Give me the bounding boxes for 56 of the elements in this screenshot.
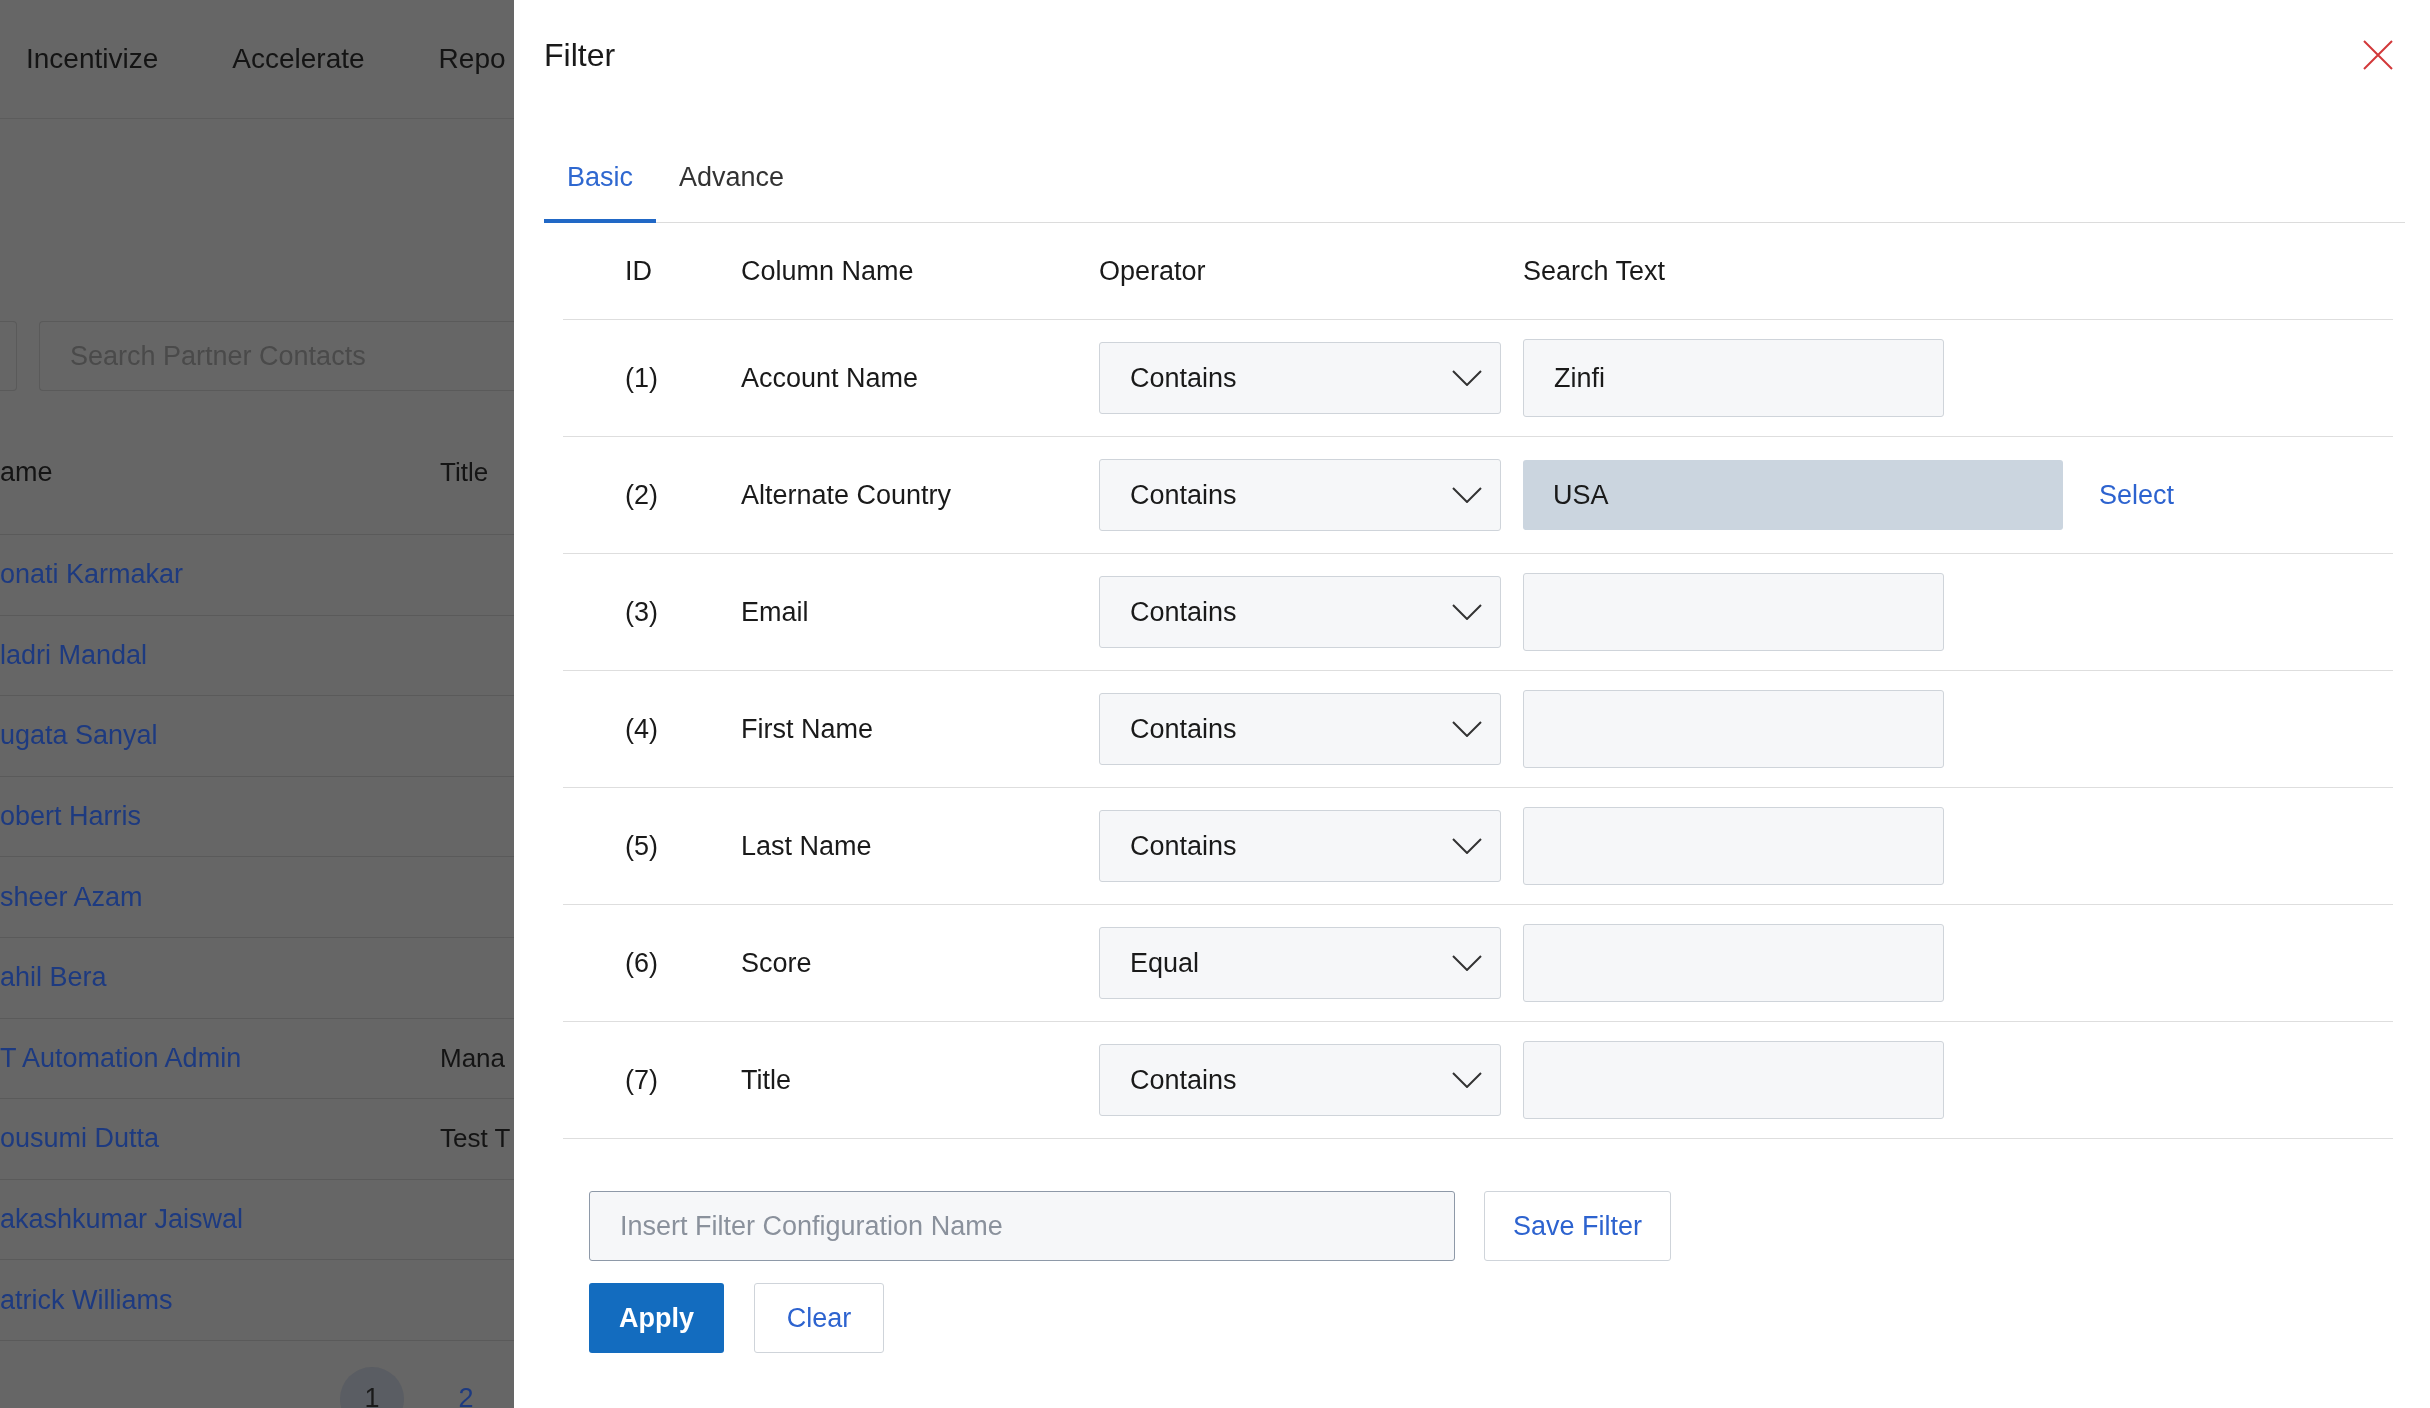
config-name-field[interactable]: Insert Filter Configuration Name [589, 1191, 1455, 1261]
close-icon[interactable] [2363, 40, 2393, 70]
column-header: Column Name [741, 255, 915, 287]
column-name: Email [741, 596, 810, 628]
search-text-field[interactable] [1523, 807, 1944, 885]
operator-dropdown[interactable]: Contains [1099, 810, 1501, 882]
search-text-field[interactable] [1523, 1041, 1944, 1119]
row-id: (5) [624, 830, 659, 862]
column-name: Account Name [741, 362, 920, 394]
chevron-down-icon [1452, 487, 1482, 503]
panel-title: Filter [544, 36, 616, 74]
table-cell: Test T [440, 1123, 511, 1155]
nav-item[interactable]: Incentivize [26, 43, 159, 75]
search-text-field[interactable] [1523, 573, 1944, 651]
chevron-down-icon [1452, 604, 1482, 620]
chevron-down-icon [1452, 1072, 1482, 1088]
operator-dropdown[interactable]: Contains [1099, 1044, 1501, 1116]
clear-button[interactable]: Clear [754, 1283, 884, 1353]
apply-button[interactable]: Apply [589, 1283, 724, 1353]
column-header: ame [0, 457, 53, 488]
tab[interactable]: Basic [544, 162, 657, 223]
row-id: (6) [624, 947, 659, 979]
operator-dropdown[interactable]: Contains [1099, 693, 1501, 765]
operator-dropdown[interactable]: Contains [1099, 459, 1501, 531]
column-name: Score [741, 947, 813, 979]
column-name: First Name [741, 713, 874, 745]
page-button[interactable]: 1 [340, 1366, 404, 1408]
table-cell: Mana [440, 1042, 506, 1074]
search-text-field[interactable]: USA [1523, 460, 2063, 530]
chevron-down-icon [1452, 370, 1482, 386]
column-header: Search Text [1523, 255, 1667, 287]
column-header: Operator [1099, 255, 1207, 287]
column-name: Title [741, 1064, 792, 1096]
column-header: ID [624, 255, 653, 287]
row-id: (4) [624, 713, 659, 745]
row-id: (2) [624, 479, 659, 511]
select-link[interactable]: Select [2099, 479, 2175, 511]
search-text-field[interactable] [1523, 690, 1944, 768]
nav-item[interactable]: Accelerate [232, 43, 365, 75]
row-id: (7) [624, 1064, 659, 1096]
nav-item[interactable]: Repo [438, 43, 506, 75]
column-name: Alternate Country [741, 479, 953, 511]
search-text-field[interactable]: Zinfi [1523, 339, 1944, 417]
save-filter-button[interactable]: Save Filter [1484, 1191, 1672, 1261]
chevron-down-icon [1452, 955, 1482, 971]
search-text-field[interactable] [1523, 924, 1944, 1002]
tab[interactable]: Advance [656, 162, 808, 223]
chevron-down-icon [1452, 721, 1482, 737]
operator-dropdown[interactable]: Contains [1099, 342, 1501, 414]
column-name: Last Name [741, 830, 873, 862]
row-id: (3) [624, 596, 659, 628]
operator-dropdown[interactable]: Contains [1099, 576, 1501, 648]
operator-dropdown[interactable]: Equal [1099, 927, 1501, 999]
chevron-down-icon [1452, 838, 1482, 854]
row-id: (1) [624, 362, 659, 394]
column-header: Title [440, 457, 489, 488]
